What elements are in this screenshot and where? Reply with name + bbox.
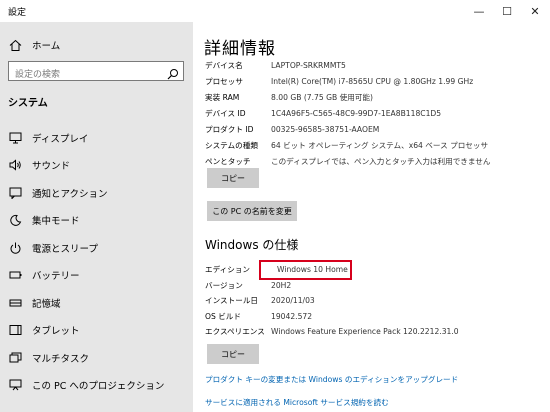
moon-icon bbox=[8, 213, 22, 227]
edition-highlight-box bbox=[259, 260, 352, 280]
minimize-button[interactable]: — bbox=[464, 0, 494, 22]
spec-row-os-build: OS ビルド 19042.572 bbox=[205, 309, 545, 325]
battery-icon bbox=[8, 268, 22, 282]
sidebar-item-label: この PC へのプロジェクション bbox=[32, 381, 165, 393]
spec-label: バージョン bbox=[205, 280, 243, 290]
spec-row-edition: エディション Windows 10 Home bbox=[205, 262, 545, 278]
sidebar-item-label: 記憶域 bbox=[32, 298, 61, 310]
sidebar-item-battery[interactable]: バッテリー bbox=[0, 262, 193, 290]
search-input[interactable] bbox=[9, 66, 159, 84]
spec-label: インストール日 bbox=[205, 296, 259, 306]
spec-value: 1C4A96F5-C565-48C9-99D7-1EA8B118C1D5 bbox=[271, 108, 442, 118]
sidebar-item-label: 通知とアクション bbox=[32, 188, 108, 200]
sidebar-item-label: ディスプレイ bbox=[32, 133, 89, 145]
maximize-icon: ☐ bbox=[502, 4, 512, 18]
windows-specs-title: Windows の仕様 bbox=[205, 238, 299, 252]
sidebar-section-title: システム bbox=[8, 98, 48, 109]
notification-icon bbox=[8, 186, 22, 200]
sidebar-item-label: 集中モード bbox=[32, 216, 80, 228]
multitask-icon bbox=[8, 351, 22, 365]
spec-row-processor: プロセッサ Intel(R) Core(TM) i7-8565U CPU @ 1.… bbox=[205, 73, 545, 89]
display-icon bbox=[8, 131, 22, 145]
page-title: 詳細情報 bbox=[204, 39, 276, 59]
sidebar-nav-list: ディスプレイ サウンド 通知とアクション 集中モード 電源とスリープ バッテリー… bbox=[0, 124, 193, 399]
window-title: 設定 bbox=[8, 8, 27, 18]
home-icon bbox=[8, 38, 22, 52]
projection-icon bbox=[8, 378, 22, 392]
device-specs: デバイス名 LAPTOP-SRKRMMT5 プロセッサ Intel(R) Core(… bbox=[205, 57, 545, 169]
sidebar-item-label: マルチタスク bbox=[32, 353, 90, 365]
spec-label: プロセッサ bbox=[205, 76, 243, 86]
spec-row-device-id: デバイス ID 1C4A96F5-C565-48C9-99D7-1EA8B118C… bbox=[205, 105, 545, 121]
minimize-icon: — bbox=[473, 4, 485, 18]
title-bar: 設定 — ☐ ✕ bbox=[0, 0, 550, 22]
storage-icon bbox=[8, 296, 22, 310]
spec-value: 20H2 bbox=[271, 280, 292, 290]
spec-value: このディスプレイでは、ペン入力とタッチ入力は利用できません bbox=[271, 156, 491, 166]
spec-label: エクスペリエンス bbox=[205, 327, 265, 337]
sidebar-item-sound[interactable]: サウンド bbox=[0, 152, 193, 180]
sidebar-item-label: タブレット bbox=[32, 326, 80, 338]
spec-value: 2020/11/03 bbox=[271, 296, 315, 306]
tablet-icon bbox=[8, 323, 22, 337]
sidebar-item-power[interactable]: 電源とスリープ bbox=[0, 234, 193, 262]
sidebar-item-label: ホーム bbox=[32, 41, 61, 52]
spec-label: プロダクト ID bbox=[205, 124, 254, 134]
spec-value: Windows Feature Experience Pack 120.2212… bbox=[271, 327, 459, 337]
power-icon bbox=[8, 241, 22, 255]
spec-value: 8.00 GB (7.75 GB 使用可能) bbox=[271, 92, 373, 102]
sound-icon bbox=[8, 158, 22, 172]
spec-row-ram: 実装 RAM 8.00 GB (7.75 GB 使用可能) bbox=[205, 89, 545, 105]
sidebar-item-tablet[interactable]: タブレット bbox=[0, 317, 193, 345]
copy-device-specs-button[interactable]: コピー bbox=[207, 168, 259, 188]
sidebar-item-notifications[interactable]: 通知とアクション bbox=[0, 179, 193, 207]
sidebar-item-label: バッテリー bbox=[32, 271, 80, 283]
spec-label: ペンとタッチ bbox=[205, 156, 251, 166]
spec-row-install-date: インストール日 2020/11/03 bbox=[205, 293, 545, 309]
spec-label: デバイス ID bbox=[205, 108, 246, 118]
spec-row-experience: エクスペリエンス Windows Feature Experience Pack … bbox=[205, 324, 545, 340]
spec-value: Intel(R) Core(TM) i7-8565U CPU @ 1.80GHz… bbox=[271, 76, 474, 86]
main-content: 詳細情報 デバイス名 LAPTOP-SRKRMMT5 プロセッサ Intel(R) … bbox=[193, 22, 550, 412]
sidebar-item-home[interactable]: ホーム bbox=[8, 36, 188, 54]
spec-row-device-name: デバイス名 LAPTOP-SRKRMMT5 bbox=[205, 57, 545, 73]
upgrade-edition-link[interactable]: プロダクト キーの変更または Windows のエディションをアップグレード bbox=[205, 374, 458, 385]
sidebar-item-projection[interactable]: この PC へのプロジェクション bbox=[0, 372, 193, 400]
sidebar-item-display[interactable]: ディスプレイ bbox=[0, 124, 193, 152]
spec-value: LAPTOP-SRKRMMT5 bbox=[271, 60, 346, 70]
search-icon[interactable] bbox=[167, 65, 179, 80]
spec-row-version: バージョン 20H2 bbox=[205, 278, 545, 294]
sidebar-item-focus[interactable]: 集中モード bbox=[0, 207, 193, 235]
sidebar-item-storage[interactable]: 記憶域 bbox=[0, 289, 193, 317]
sidebar-item-label: 電源とスリープ bbox=[32, 243, 98, 255]
spec-value: 19042.572 bbox=[271, 311, 313, 321]
close-button[interactable]: ✕ bbox=[520, 0, 550, 22]
spec-label: OS ビルド bbox=[205, 311, 241, 321]
spec-label: 実装 RAM bbox=[205, 92, 240, 102]
sidebar: ホーム システム ディスプレイ サウンド 通知とアクション 集中モード 電源とス… bbox=[0, 22, 193, 412]
spec-label: システムの種類 bbox=[205, 140, 258, 150]
sidebar-item-label: サウンド bbox=[32, 161, 71, 173]
sidebar-item-multitasking[interactable]: マルチタスク bbox=[0, 344, 193, 372]
spec-label: デバイス名 bbox=[205, 60, 243, 70]
search-box[interactable] bbox=[8, 61, 184, 84]
close-icon: ✕ bbox=[530, 4, 540, 18]
copy-windows-specs-button[interactable]: コピー bbox=[207, 344, 259, 364]
spec-row-pen-touch: ペンとタッチ このディスプレイでは、ペン入力とタッチ入力は利用できません bbox=[205, 153, 545, 169]
rename-pc-button[interactable]: この PC の名前を変更 bbox=[207, 201, 297, 221]
windows-specs: エディション Windows 10 Home バージョン 20H2 インストール日 2… bbox=[205, 262, 545, 340]
spec-value: 00325-96585-38751-AAOEM bbox=[271, 124, 380, 134]
spec-row-product-id: プロダクト ID 00325-96585-38751-AAOEM bbox=[205, 121, 545, 137]
spec-row-system-type: システムの種類 64 ビット オペレーティング システム、x64 ベース プロセッ… bbox=[205, 137, 545, 153]
spec-value: 64 ビット オペレーティング システム、x64 ベース プロセッサ bbox=[271, 140, 489, 150]
service-terms-link[interactable]: サービスに適用される Microsoft サービス規約を読む bbox=[205, 397, 389, 408]
maximize-button[interactable]: ☐ bbox=[492, 0, 522, 22]
